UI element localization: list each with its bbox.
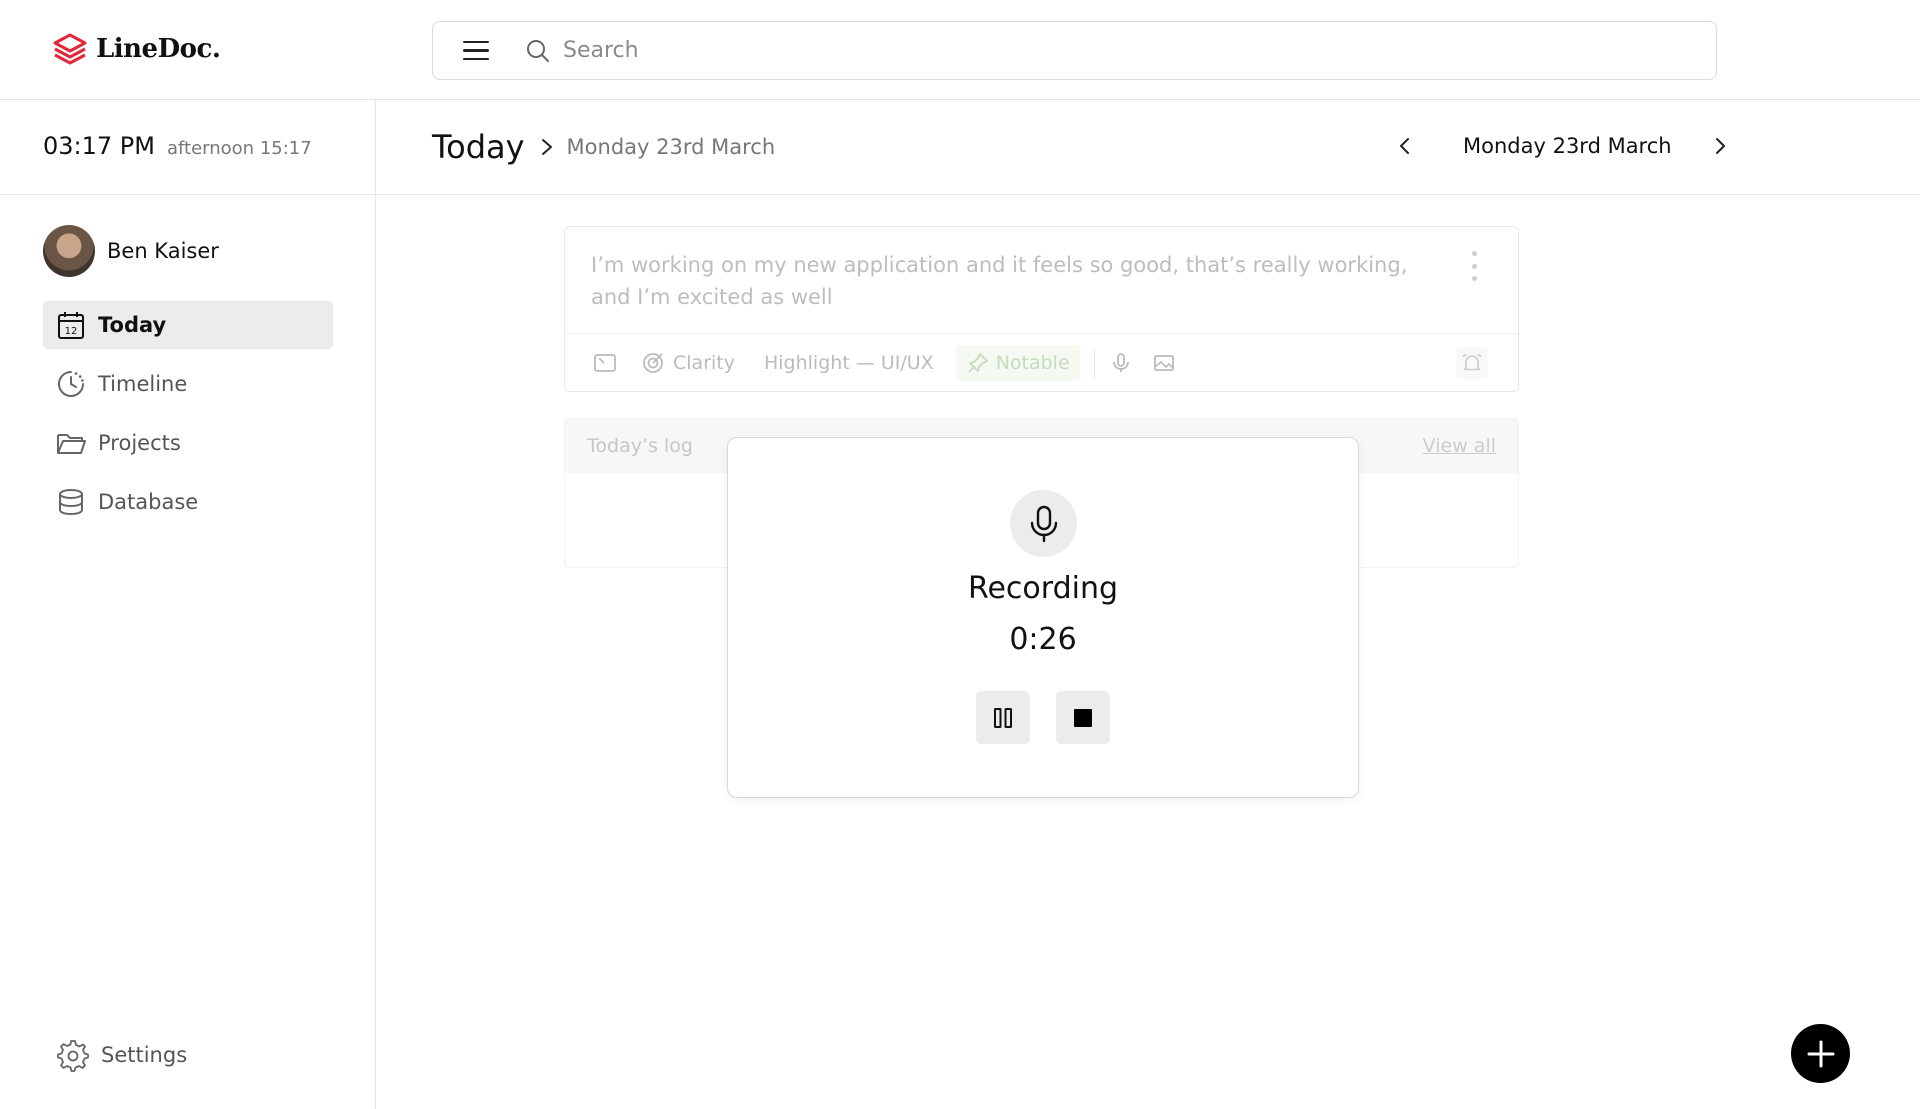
stop-button[interactable] [1056,691,1110,744]
breadcrumb-date: Monday 23rd March [566,135,776,159]
clock-time: 03:17 PM [43,132,155,160]
calendar-icon: 12 [58,312,84,339]
sidebar-item-label: Timeline [98,372,188,396]
sidebar-item-label: Today [98,313,167,337]
database-icon [59,489,83,516]
timeline-icon [58,371,84,397]
recording-title: Recording [967,571,1119,606]
highlight-label: Highlight — UI/UX [763,352,934,374]
page-title[interactable]: Today [432,128,525,166]
avatar [43,225,95,277]
user-profile[interactable]: Ben Kaiser [0,225,375,277]
notable-tag[interactable]: Notable [955,345,1080,381]
reminder-button[interactable] [1456,347,1488,379]
top-bar: LineDoc. [0,0,1920,100]
logo-icon [53,33,87,65]
menu-icon[interactable] [463,40,489,61]
user-name: Ben Kaiser [107,239,219,263]
folder-icon [57,434,86,454]
log-title: Today’s log [587,435,693,457]
sidebar-item-database[interactable]: Database [43,478,333,526]
current-date[interactable]: Monday 23rd March [1463,134,1672,158]
add-entry-button[interactable] [1791,1024,1850,1083]
next-day-button[interactable] [1710,134,1730,158]
more-options-icon[interactable] [1472,251,1478,281]
recording-timer: 0:26 [1009,622,1077,657]
sidebar-item-projects[interactable]: Projects [43,419,333,467]
search-icon [527,39,549,62]
logo[interactable]: LineDoc. [52,32,221,66]
entry-card: I’m working on my new application and it… [564,226,1519,392]
svg-text:12: 12 [65,326,78,337]
breadcrumb: Today Monday 23rd March [432,128,775,166]
stop-icon [1074,708,1092,727]
clarity-tag[interactable]: Clarity [641,351,735,375]
date-navigator: Monday 23rd March [1395,134,1730,158]
settings-label: Settings [101,1043,188,1067]
image-icon [1153,355,1174,371]
search-bar [432,21,1717,80]
microphone-icon [1030,505,1057,542]
entry-toolbar: Clarity Highlight — UI/UX Notable [565,333,1518,392]
gear-icon [57,1040,89,1072]
chevron-right-icon [541,139,552,155]
clock: 03:17 PM afternoon 15:17 [0,100,375,195]
notable-label: Notable [995,352,1070,374]
prev-day-button[interactable] [1395,134,1415,158]
image-button[interactable] [1152,351,1176,375]
pin-icon [968,353,988,373]
main-header: Today Monday 23rd March Monday 23rd Marc… [377,100,1920,195]
alarm-icon [1462,353,1482,371]
sidebar-item-settings[interactable]: Settings [55,1038,187,1072]
pause-button[interactable] [976,691,1030,744]
sidebar-item-timeline[interactable]: Timeline [43,360,333,408]
clarity-label: Clarity [673,352,735,374]
microphone-icon [1112,353,1129,372]
sidebar-item-label: Projects [98,431,181,455]
app-name: LineDoc. [96,34,221,64]
mic-button[interactable] [1109,351,1133,375]
sidebar: 03:17 PM afternoon 15:17 Ben Kaiser 12 T… [0,100,376,1109]
sidebar-nav: 12 Today Timeline Projects Database [0,301,375,526]
view-all-link[interactable]: View all [1423,435,1496,457]
pause-icon [994,707,1012,728]
sidebar-item-label: Database [98,490,199,514]
sidebar-item-today[interactable]: 12 Today [43,301,333,349]
search-input[interactable] [563,38,1563,63]
highlight-tag[interactable]: Highlight — UI/UX [764,352,934,374]
expand-button[interactable] [593,351,617,375]
clock-subtitle: afternoon 15:17 [166,138,312,159]
plus-icon [1807,1040,1834,1067]
recording-dialog: Recording 0:26 [727,437,1359,798]
target-icon [643,353,663,373]
recording-mic-badge [1010,490,1077,557]
expand-icon [594,354,616,372]
entry-text[interactable]: I’m working on my new application and it… [591,249,1451,313]
toolbar-divider [1093,348,1095,378]
